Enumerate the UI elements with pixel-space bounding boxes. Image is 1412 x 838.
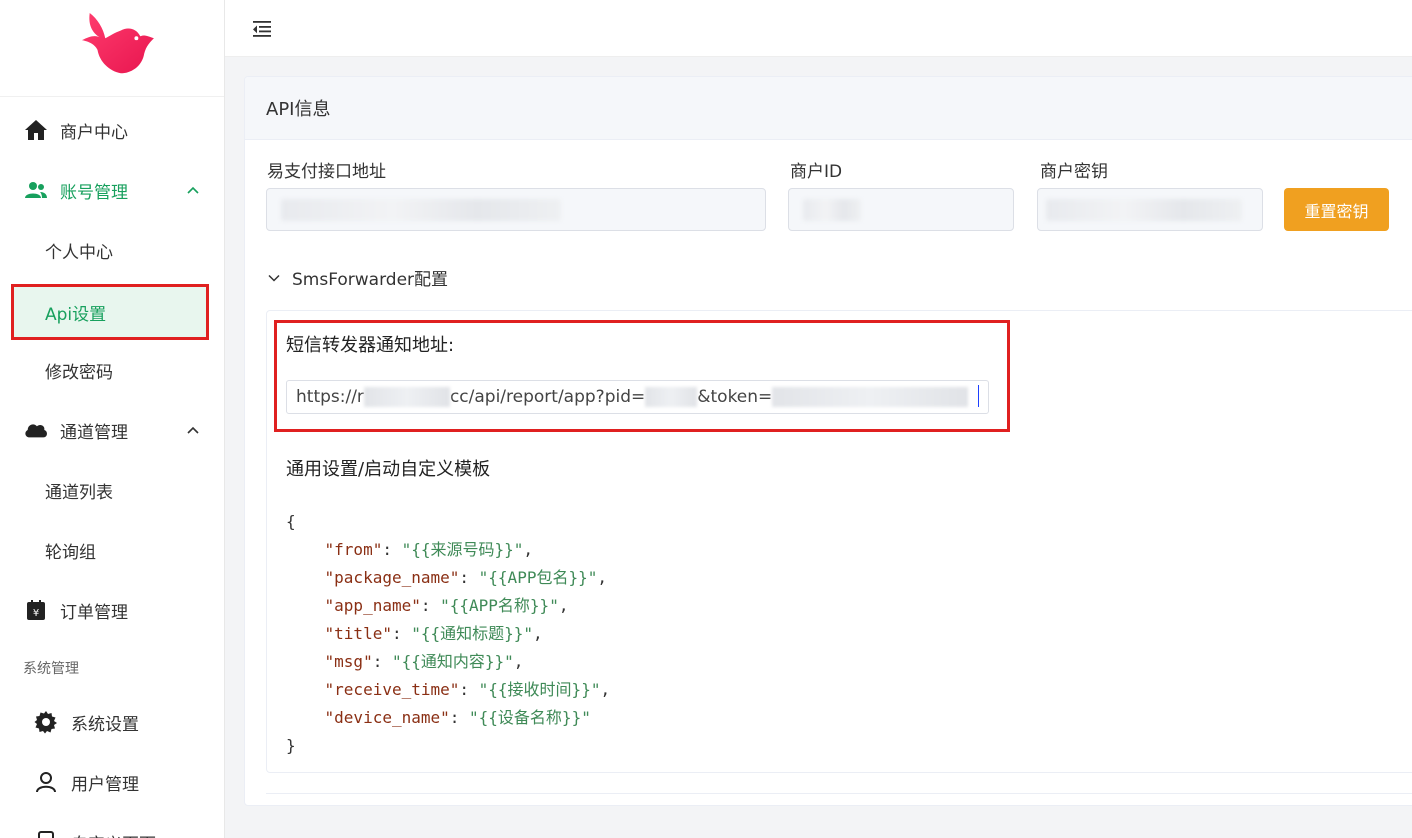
sidebar-item-polling-group[interactable]: 轮询组 [0, 528, 224, 572]
sidebar-item-label: 个人中心 [45, 242, 113, 263]
logo [0, 0, 224, 97]
sidebar-item-label: 修改密码 [45, 362, 113, 383]
code-key: "device_name" [324, 708, 450, 727]
sidebar-item-label: 通道列表 [45, 482, 113, 503]
users-icon [24, 178, 48, 202]
code-line: "package_name": "{{APP包名}}", [324, 568, 607, 587]
code-key: "from" [324, 540, 383, 559]
sidebar-item-api-settings[interactable]: Api设置 [11, 284, 209, 340]
sidebar-item-label: 商户中心 [60, 122, 128, 143]
url-token: &token= [697, 387, 773, 407]
notify-url-input[interactable]: https://r cc/api/report/app?pid= &token= [286, 380, 989, 414]
user-icon [34, 770, 58, 794]
smsforwarder-collapse-header[interactable]: SmsForwarder配置 [267, 265, 448, 290]
sidebar-item-custom-page[interactable]: 自定义页面 [0, 820, 224, 838]
merchant-id-field[interactable] [788, 188, 1014, 231]
code-line: "title": "{{通知标题}}", [324, 624, 543, 643]
collapse-title: SmsForwarder配置 [292, 270, 449, 290]
sidebar-item-label: 系统设置 [71, 714, 139, 735]
svg-text:¥: ¥ [33, 608, 39, 619]
redacted-value [363, 387, 450, 407]
code-value: "{{APP包名}}" [478, 568, 598, 587]
code-key: "package_name" [324, 568, 460, 587]
bird-logo-icon [81, 12, 154, 74]
sidebar-item-account-management[interactable]: 账号管理 [0, 168, 224, 212]
sidebar-item-label: Api设置 [45, 304, 107, 325]
code-key: "title" [324, 624, 392, 643]
code-line: "device_name": "{{设备名称}}" [324, 708, 591, 727]
redacted-value [772, 387, 969, 407]
page-icon [34, 830, 58, 838]
merchant-id-label: 商户ID [790, 162, 843, 182]
sidebar-item-label: 订单管理 [60, 602, 128, 623]
redacted-value [1046, 199, 1242, 221]
merchant-key-field[interactable] [1037, 188, 1263, 231]
sidebar-item-user-management[interactable]: 用户管理 [0, 760, 224, 804]
api-url-label: 易支付接口地址 [267, 162, 386, 182]
cloud-icon [24, 418, 48, 442]
chevron-up-icon [187, 186, 199, 194]
sidebar-item-merchant-center[interactable]: 商户中心 [0, 108, 224, 152]
code-value: "{{接收时间}}" [478, 680, 601, 699]
code-value: "{{设备名称}}" [469, 708, 591, 727]
code-line: "from": "{{来源号码}}", [324, 540, 534, 559]
url-prefix: https://r [296, 387, 364, 407]
sidebar: 商户中心 账号管理 个人中心 Api设置 修改密码 通道管理 通道列表 轮询组 … [0, 0, 225, 838]
redacted-value [645, 387, 698, 407]
divider [266, 793, 1412, 794]
code-key: "msg" [324, 652, 373, 671]
redacted-value [803, 199, 861, 221]
card-title: API信息 [245, 77, 1412, 140]
code-value: "{{来源号码}}" [401, 540, 524, 559]
sidebar-item-label: 通道管理 [60, 422, 128, 443]
template-code: { "from": "{{来源号码}}", "package_name": "{… [286, 508, 610, 760]
text-caret [978, 385, 979, 407]
code-key: "app_name" [324, 596, 421, 615]
sidebar-item-system-settings[interactable]: 系统设置 [0, 700, 224, 744]
code-brace-open: { [286, 512, 296, 531]
api-url-field[interactable] [266, 188, 766, 231]
sidebar-item-label: 轮询组 [45, 542, 96, 563]
order-icon: ¥ [24, 598, 48, 622]
code-value: "{{通知内容}}" [391, 652, 514, 671]
redacted-value [281, 199, 561, 221]
sidebar-item-order-management[interactable]: ¥ 订单管理 [0, 588, 224, 632]
sidebar-item-label: 用户管理 [71, 774, 139, 795]
chevron-up-icon [187, 426, 199, 434]
code-value: "{{通知标题}}" [411, 624, 534, 643]
sidebar-item-channel-list[interactable]: 通道列表 [0, 468, 224, 512]
menu-fold-icon[interactable] [251, 18, 273, 40]
sidebar-group-title: 系统管理 [23, 661, 79, 677]
gear-icon [34, 710, 58, 734]
api-info-card: API信息 易支付接口地址 商户ID 商户密钥 重置密钥 SmsForwarde… [244, 76, 1412, 806]
reset-key-button[interactable]: 重置密钥 [1284, 188, 1389, 231]
url-path: cc/api/report/app?pid= [449, 387, 646, 407]
sidebar-item-channel-management[interactable]: 通道管理 [0, 408, 224, 452]
code-value: "{{APP名称}}" [440, 596, 559, 615]
top-header [225, 0, 1412, 57]
code-key: "receive_time" [324, 680, 460, 699]
sidebar-item-label: 自定义页面 [71, 830, 156, 838]
code-line: "msg": "{{通知内容}}", [324, 652, 524, 671]
chevron-down-icon [268, 274, 280, 282]
template-title: 通用设置/启动自定义模板 [286, 459, 491, 480]
code-line: "receive_time": "{{接收时间}}", [324, 680, 611, 699]
sidebar-item-change-password[interactable]: 修改密码 [0, 348, 224, 392]
code-line: "app_name": "{{APP名称}}", [324, 596, 569, 615]
home-icon [24, 118, 48, 142]
notify-url-label: 短信转发器通知地址: [286, 335, 455, 356]
code-brace-close: } [286, 736, 296, 755]
sidebar-item-personal-center[interactable]: 个人中心 [0, 228, 224, 272]
merchant-key-label: 商户密钥 [1040, 162, 1108, 182]
sidebar-item-label: 账号管理 [60, 182, 128, 203]
